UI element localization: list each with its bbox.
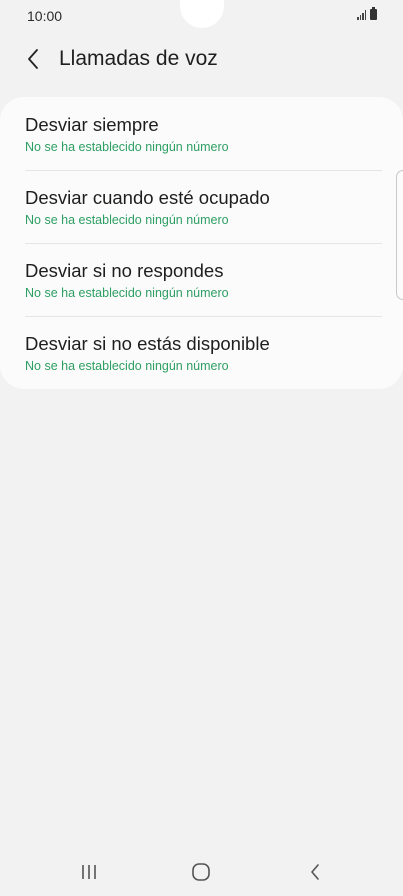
forward-unreachable-item[interactable]: Desviar si no estás disponible No se ha … (25, 316, 382, 389)
status-icons (357, 7, 377, 20)
forward-when-busy-item[interactable]: Desviar cuando esté ocupado No se ha est… (25, 170, 382, 243)
back-button[interactable] (18, 44, 48, 74)
forward-no-answer-subtitle: No se ha establecido ningún número (25, 286, 229, 300)
recent-apps-icon (82, 865, 96, 879)
back-icon (311, 864, 319, 880)
signal-icon (357, 10, 366, 20)
forward-always-item[interactable]: Desviar siempre No se ha establecido nin… (25, 97, 382, 170)
status-time: 10:00 (27, 8, 63, 24)
forward-when-busy-title: Desviar cuando esté ocupado (25, 187, 270, 208)
recent-apps-button[interactable] (59, 854, 119, 890)
forward-always-title: Desviar siempre (25, 114, 159, 135)
nav-back-button[interactable] (285, 854, 345, 890)
forwarding-options-card: Desviar siempre No se ha establecido nin… (0, 97, 403, 389)
chevron-left-icon (28, 49, 38, 69)
forward-no-answer-title: Desviar si no respondes (25, 260, 224, 281)
status-bar: 10:00 (0, 0, 403, 32)
forward-unreachable-subtitle: No se ha establecido ningún número (25, 359, 229, 373)
home-icon (192, 863, 210, 881)
scrollbar[interactable] (396, 170, 403, 300)
battery-icon (370, 7, 377, 20)
navigation-bar (0, 848, 403, 896)
forward-always-subtitle: No se ha establecido ningún número (25, 140, 229, 154)
home-button[interactable] (171, 854, 231, 890)
camera-notch (180, 0, 224, 28)
forward-when-busy-subtitle: No se ha establecido ningún número (25, 213, 229, 227)
page-title: Llamadas de voz (59, 47, 218, 70)
forward-unreachable-title: Desviar si no estás disponible (25, 333, 270, 354)
app-header: Llamadas de voz (0, 38, 403, 82)
forward-no-answer-item[interactable]: Desviar si no respondes No se ha estable… (25, 243, 382, 316)
